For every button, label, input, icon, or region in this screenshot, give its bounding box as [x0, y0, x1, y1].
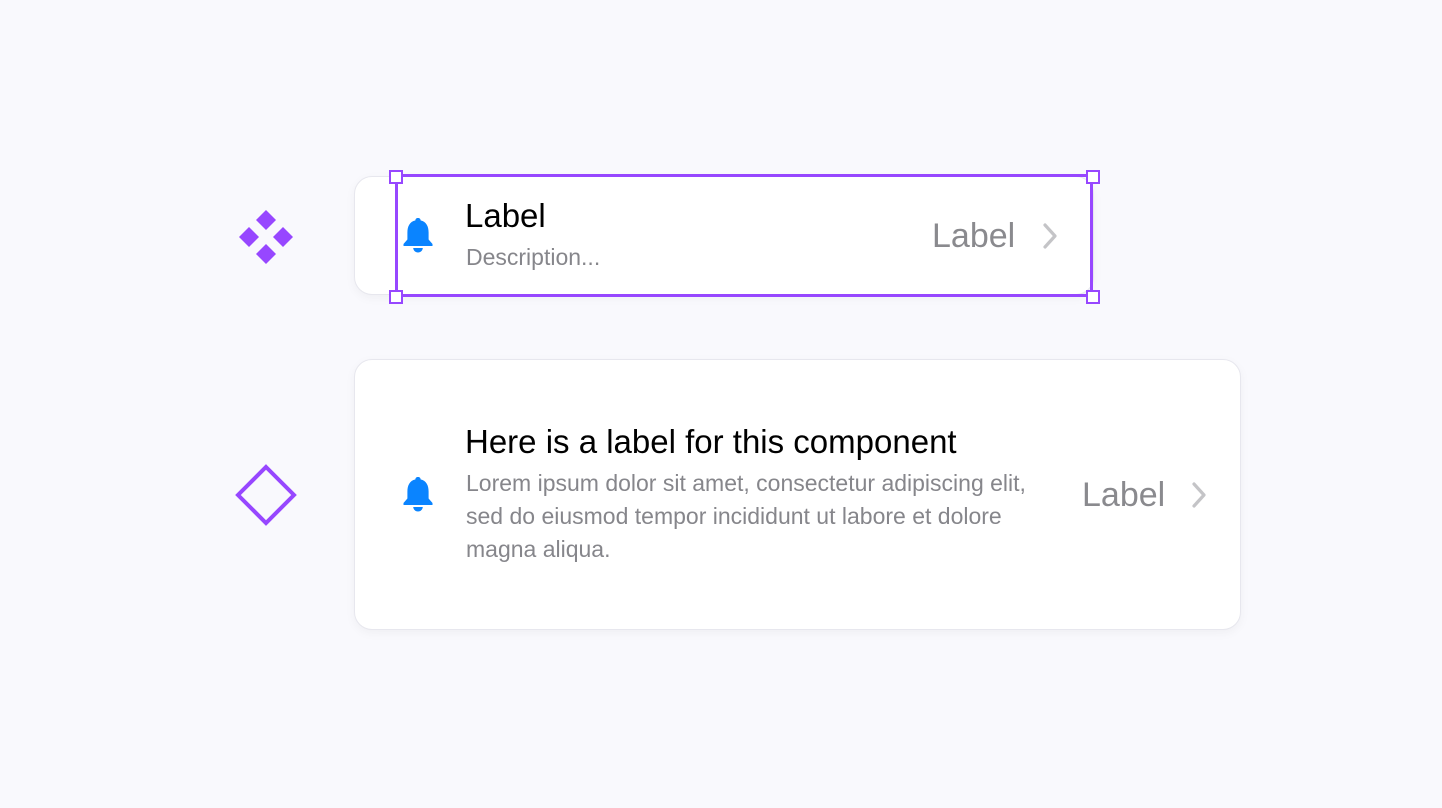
cell-title: Label: [465, 197, 546, 234]
cell-title: Here is a label for this component: [465, 423, 957, 460]
cell-value: Label: [932, 217, 1016, 255]
cell-description: Lorem ipsum dolor sit amet, consectetur …: [466, 470, 1026, 562]
cell-description: Description...: [466, 244, 601, 270]
bell-icon: [403, 477, 433, 512]
resize-handle-bottom-right[interactable]: [1086, 290, 1100, 304]
bell-icon: [403, 218, 433, 253]
chevron-right-icon: [1043, 223, 1057, 249]
cell-value: Label: [1082, 476, 1166, 514]
chevron-right-icon: [1192, 482, 1206, 508]
component-instance-icon: [235, 464, 297, 526]
main-component-icon: [239, 210, 293, 264]
